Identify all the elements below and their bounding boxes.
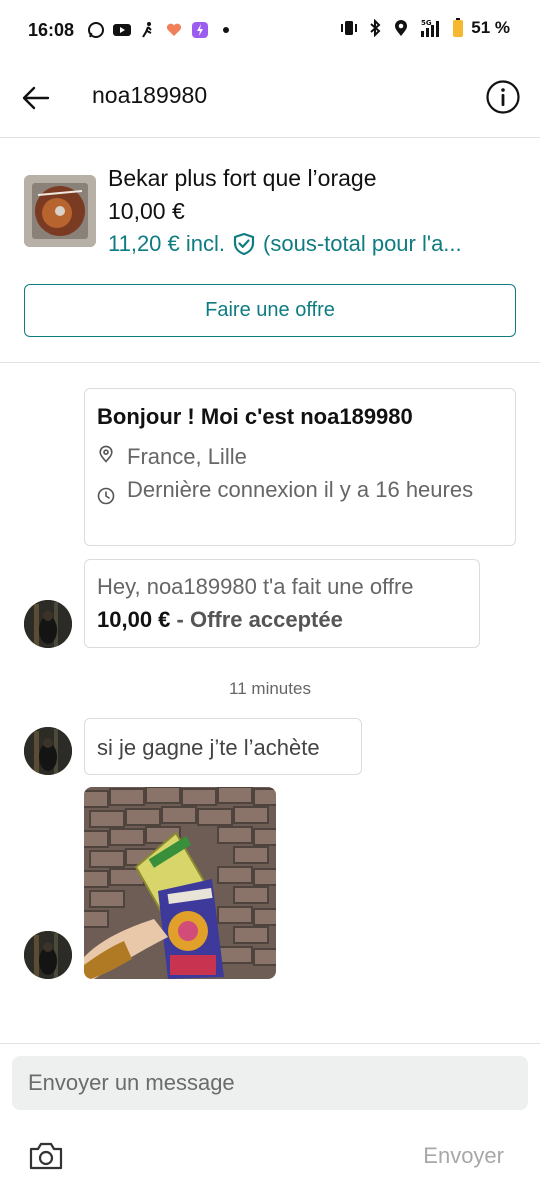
bluetooth-icon <box>365 18 385 38</box>
dot-icon <box>216 20 236 40</box>
conversation-header: noa189980 <box>0 62 540 138</box>
item-title: Bekar plus fort que l’orage <box>108 165 377 191</box>
youtube-icon <box>112 20 132 40</box>
seller-profile-card: Bonjour ! Moi c'est noa189980 France, Li… <box>84 388 516 546</box>
clock-icon <box>97 487 115 505</box>
heart-app-icon <box>164 20 184 40</box>
avatar[interactable] <box>24 727 72 775</box>
camera-icon <box>29 1142 63 1170</box>
status-time: 16:08 <box>28 20 75 40</box>
offer-message-details: 10,00 € - Offre acceptée <box>97 607 343 633</box>
profile-location: France, Lille <box>127 444 247 469</box>
offer-price: 10,00 € <box>97 607 171 632</box>
item-price: 10,00 € <box>108 198 185 224</box>
arrow-left-icon <box>22 86 50 110</box>
message-composer: Envoyer <box>0 1043 540 1200</box>
camera-button[interactable] <box>28 1140 64 1172</box>
profile-last-seen: Dernière connexion il y a 16 heures <box>127 477 474 502</box>
whatsapp-icon <box>86 20 106 40</box>
item-total-amount: 11,20 € incl. <box>108 231 226 256</box>
status-bar: 16:08 5G 51 % <box>0 0 540 62</box>
info-button[interactable] <box>484 78 522 116</box>
message-input[interactable] <box>12 1056 528 1110</box>
back-button[interactable] <box>18 80 54 116</box>
status-notification-icons <box>86 20 236 40</box>
chat-message-bubble[interactable]: si je gagne j’te l’achète <box>84 718 362 775</box>
item-total-note: (sous-total pour l'a... <box>263 231 462 256</box>
profile-location-row: France, Lille <box>97 440 247 473</box>
profile-greeting: Bonjour ! Moi c'est noa189980 <box>97 404 413 429</box>
item-thumbnail[interactable] <box>24 175 96 247</box>
send-button[interactable]: Envoyer <box>423 1143 504 1169</box>
svg-text:5G: 5G <box>421 19 432 27</box>
conversation-title: noa189980 <box>92 82 208 108</box>
walk-icon <box>138 20 158 40</box>
avatar[interactable] <box>24 600 72 648</box>
location-pin-icon <box>99 445 113 463</box>
item-summary[interactable]: Bekar plus fort que l’orage 10,00 € 11,2… <box>0 139 540 363</box>
make-offer-button[interactable]: Faire une offre <box>24 284 516 337</box>
profile-last-seen-row: Dernière connexion il y a 16 heures <box>97 473 497 506</box>
battery-icon <box>451 18 465 38</box>
item-total-price[interactable]: 11,20 € incl. (sous-total pour l'a... <box>108 231 518 257</box>
offer-message-text: Hey, noa189980 t'a fait une offre <box>97 574 414 599</box>
purple-app-icon <box>190 20 210 40</box>
battery-percent: 51 % <box>471 18 510 37</box>
message-timestamp: 11 minutes <box>229 679 311 698</box>
vibrate-icon <box>339 18 359 38</box>
status-system-icons: 5G 51 % <box>339 18 510 38</box>
location-icon <box>391 18 411 38</box>
buyer-protection-shield-icon <box>233 232 255 256</box>
avatar[interactable] <box>24 931 72 979</box>
info-circle-icon <box>486 80 520 114</box>
chat-message-text: si je gagne j’te l’achète <box>97 735 320 760</box>
offer-status: - Offre acceptée <box>170 607 343 632</box>
5g-signal-icon: 5G <box>417 18 445 38</box>
chat-photo-attachment[interactable] <box>84 787 276 979</box>
offer-message-bubble: Hey, noa189980 t'a fait une offre 10,00 … <box>84 559 480 648</box>
